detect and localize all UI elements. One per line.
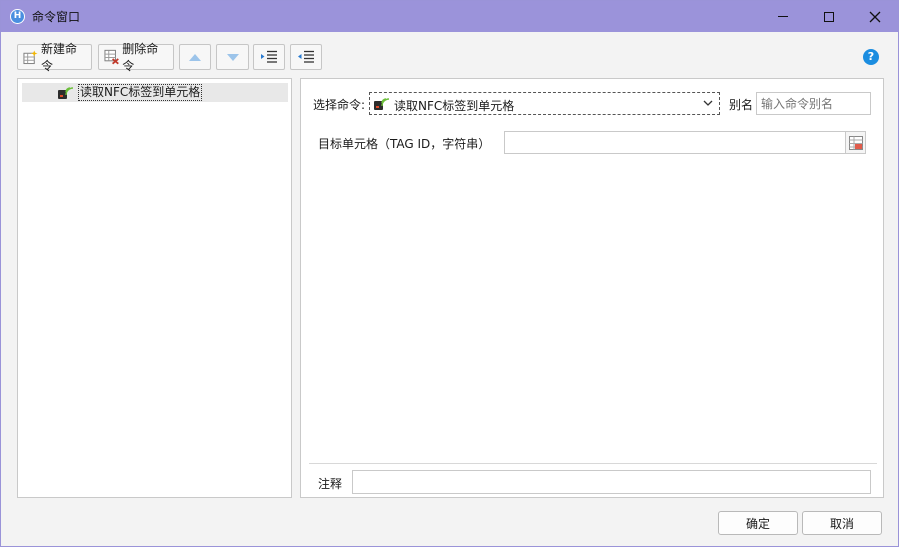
note-input[interactable] <box>352 470 871 494</box>
alias-input[interactable] <box>756 92 871 115</box>
delete-command-label: 删除命令 <box>122 42 159 73</box>
nfc-icon <box>374 98 390 110</box>
tree-item-label: 读取NFC标签到单元格 <box>78 84 203 101</box>
command-window: H 命令窗口 新建命令 删除命令 ? 读取NFC标签到单元格 选择命令: 读取N… <box>0 0 899 547</box>
maximize-icon <box>824 11 834 22</box>
select-command-label: 选择命令: <box>313 98 366 112</box>
maximize-button[interactable] <box>806 1 852 32</box>
close-icon <box>869 11 881 22</box>
arrow-up-icon <box>189 53 201 61</box>
new-command-button[interactable]: 新建命令 <box>17 42 92 73</box>
ok-button[interactable]: 确定 <box>718 511 798 535</box>
command-config-panel: 选择命令: 读取NFC标签到单元格 别名 目标单元格（TAG ID，字符串） <box>300 78 884 498</box>
tree-item[interactable]: 读取NFC标签到单元格 <box>22 83 288 102</box>
command-tree[interactable]: 读取NFC标签到单元格 <box>17 78 292 498</box>
minimize-icon <box>778 16 788 17</box>
target-cell-input[interactable] <box>504 131 846 154</box>
outdent-icon <box>298 50 314 63</box>
close-button[interactable] <box>852 1 898 32</box>
nfc-icon <box>58 87 74 99</box>
new-command-icon <box>23 50 38 65</box>
move-down-button[interactable] <box>216 44 249 70</box>
delete-command-icon <box>104 49 119 65</box>
outdent-button[interactable] <box>290 44 322 70</box>
move-up-button[interactable] <box>179 44 211 70</box>
indent-button[interactable] <box>253 44 285 70</box>
app-logo-icon: H <box>10 9 25 24</box>
arrow-down-icon <box>226 53 239 61</box>
title-bar[interactable]: H 命令窗口 <box>1 1 898 32</box>
target-cell-label: 目标单元格（TAG ID，字符串） <box>318 137 491 151</box>
indent-icon <box>261 50 277 63</box>
window-title: 命令窗口 <box>32 10 81 24</box>
note-label: 注释 <box>318 477 343 491</box>
help-icon[interactable]: ? <box>863 49 879 65</box>
pick-cell-button[interactable] <box>845 131 866 154</box>
selected-command-text: 读取NFC标签到单元格 <box>394 99 515 113</box>
new-command-label: 新建命令 <box>41 42 78 73</box>
cell-picker-icon <box>848 135 863 150</box>
cancel-button[interactable]: 取消 <box>802 511 882 535</box>
delete-command-button[interactable]: 删除命令 <box>98 42 174 73</box>
divider <box>309 463 877 464</box>
minimize-button[interactable] <box>760 1 806 32</box>
chevron-down-icon <box>703 100 713 106</box>
alias-label: 别名 <box>729 98 754 112</box>
command-select[interactable]: 读取NFC标签到单元格 <box>369 92 720 115</box>
